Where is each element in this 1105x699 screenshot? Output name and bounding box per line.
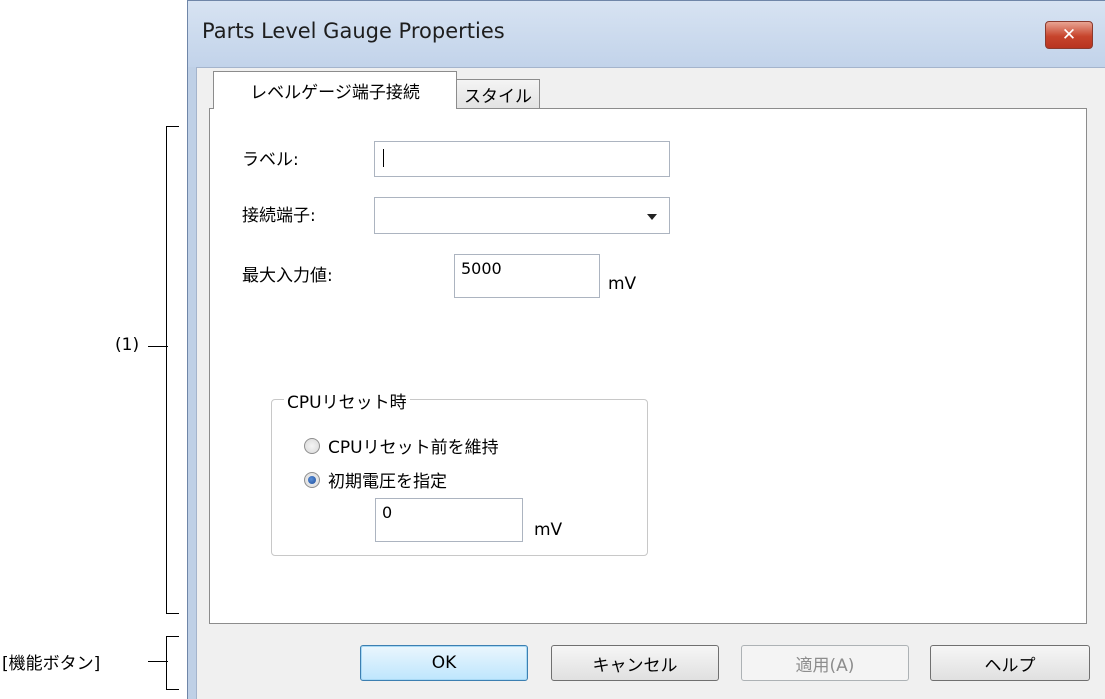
terminal-dropdown[interactable]	[374, 197, 670, 234]
properties-dialog: Parts Level Gauge Properties ✕ レベルゲージ端子接…	[187, 0, 1105, 699]
buttons-annotation-label: [機能ボタン]	[2, 654, 101, 674]
tab-style[interactable]: スタイル	[456, 79, 540, 109]
ok-button[interactable]: OK	[360, 645, 528, 681]
max-input-caption: 最大入力値:	[242, 266, 333, 286]
initial-voltage-value: 0	[382, 503, 393, 522]
max-input-unit: mV	[608, 274, 637, 294]
help-button-label: ヘルプ	[984, 655, 1036, 676]
close-icon: ✕	[1061, 25, 1077, 45]
close-button[interactable]: ✕	[1045, 21, 1093, 49]
label-input[interactable]	[374, 141, 670, 177]
text-caret	[383, 149, 384, 167]
apply-button-label: 適用(A)	[795, 655, 855, 676]
keep-before-reset-radio[interactable]	[304, 438, 320, 454]
apply-button[interactable]: 適用(A)	[741, 645, 909, 681]
tab-label: レベルゲージ端子接続	[250, 83, 420, 103]
tab-label: スタイル	[464, 87, 532, 107]
buttons-annotation-tick	[148, 661, 168, 662]
chevron-down-icon	[647, 214, 657, 220]
max-input-value: 5000	[461, 259, 502, 278]
dialog-client-area: レベルゲージ端子接続 スタイル ラベル: 接続端子: 最大入力値: 5000 m…	[196, 67, 1105, 699]
max-input-field[interactable]: 5000	[454, 254, 600, 298]
label-caption: ラベル:	[242, 150, 299, 170]
initial-voltage-label[interactable]: 初期電圧を指定	[328, 467, 447, 492]
title-bar[interactable]: Parts Level Gauge Properties ✕	[188, 1, 1105, 67]
cpu-reset-group: CPUリセット時 CPUリセット前を維持 初期電圧を指定 0 mV	[271, 388, 648, 556]
help-button[interactable]: ヘルプ	[930, 645, 1090, 681]
ok-button-label: OK	[431, 653, 457, 673]
keep-before-reset-label[interactable]: CPUリセット前を維持	[328, 433, 499, 458]
cpu-reset-group-title: CPUリセット時	[284, 388, 410, 413]
area-annotation-label: (1)	[115, 335, 140, 355]
terminal-caption: 接続端子:	[242, 206, 316, 226]
initial-voltage-input[interactable]: 0	[375, 498, 523, 542]
cancel-button[interactable]: キャンセル	[551, 645, 719, 681]
window-title: Parts Level Gauge Properties	[202, 19, 505, 43]
tab-panel: ラベル: 接続端子: 最大入力値: 5000 mV CPUリセット時 CPUリセ…	[209, 108, 1087, 624]
buttons-annotation-bracket	[166, 636, 179, 690]
initial-voltage-unit: mV	[534, 520, 563, 540]
tab-level-gauge-connection[interactable]: レベルゲージ端子接続	[213, 71, 457, 109]
area-annotation-tick	[148, 346, 168, 347]
initial-voltage-radio[interactable]	[304, 472, 320, 488]
cancel-button-label: キャンセル	[592, 655, 678, 676]
area-annotation-bracket	[166, 126, 179, 614]
